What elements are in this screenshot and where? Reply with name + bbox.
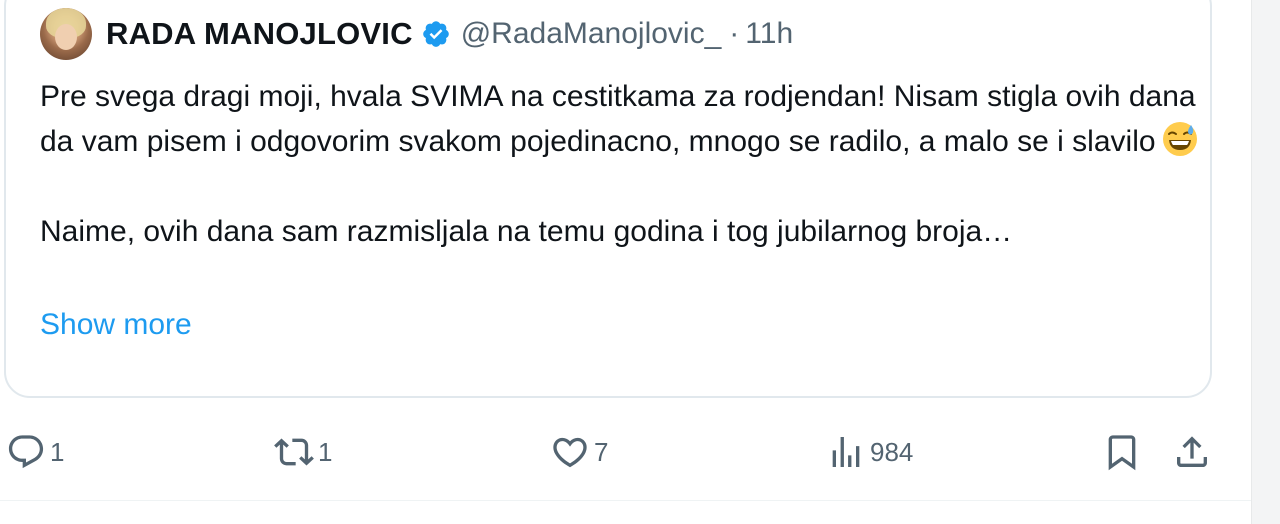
repost-icon bbox=[274, 438, 314, 466]
tweet-paragraph-2: Naime, ovih dana sam razmisljala na temu… bbox=[40, 215, 1013, 248]
divider bbox=[0, 500, 1252, 501]
share-button[interactable] bbox=[1172, 428, 1212, 476]
separator-dot: · bbox=[729, 17, 740, 50]
bookmark-icon bbox=[1108, 435, 1136, 471]
share-icon bbox=[1177, 436, 1207, 467]
repost-count: 1 bbox=[318, 436, 333, 467]
reply-icon bbox=[8, 435, 44, 469]
tweet-paragraph-1-text: Pre svega dragi moji, hvala SVIMA na ces… bbox=[40, 80, 1196, 158]
tweet-page: RADA MANOJLOVIC @RadaManojlovic_ · 11h P… bbox=[0, 0, 1280, 524]
verified-badge-icon bbox=[422, 21, 449, 47]
views-icon bbox=[832, 437, 860, 467]
tweet-paragraph-1: Pre svega dragi moji, hvala SVIMA na ces… bbox=[40, 74, 1200, 164]
tweet-action-bar: 1 1 7 984 bbox=[0, 428, 1240, 476]
tweet-text: Pre svega dragi moji, hvala SVIMA na ces… bbox=[40, 74, 1200, 254]
avatar[interactable] bbox=[40, 8, 92, 60]
quoted-tweet-card[interactable]: RADA MANOJLOVIC @RadaManojlovic_ · 11h P… bbox=[4, 0, 1212, 398]
tweet-header: RADA MANOJLOVIC @RadaManojlovic_ · 11h bbox=[40, 6, 793, 62]
bookmark-button[interactable] bbox=[1102, 428, 1142, 476]
show-more-link[interactable]: Show more bbox=[40, 308, 192, 342]
like-count: 7 bbox=[594, 436, 609, 467]
views-button[interactable]: 984 bbox=[826, 428, 913, 476]
author-handle[interactable]: @RadaManojlovic_ bbox=[461, 17, 722, 51]
tweet-timestamp[interactable]: 11h bbox=[745, 17, 793, 51]
scroll-gutter bbox=[1251, 0, 1280, 524]
reply-count: 1 bbox=[50, 436, 65, 467]
like-button[interactable]: 7 bbox=[550, 428, 608, 476]
repost-button[interactable]: 1 bbox=[274, 428, 332, 476]
author-name[interactable]: RADA MANOJLOVIC bbox=[106, 16, 413, 52]
views-count: 984 bbox=[870, 436, 914, 467]
grinning-face-with-sweat-emoji bbox=[1162, 122, 1197, 156]
heart-icon bbox=[553, 437, 587, 468]
reply-button[interactable]: 1 bbox=[6, 428, 64, 476]
